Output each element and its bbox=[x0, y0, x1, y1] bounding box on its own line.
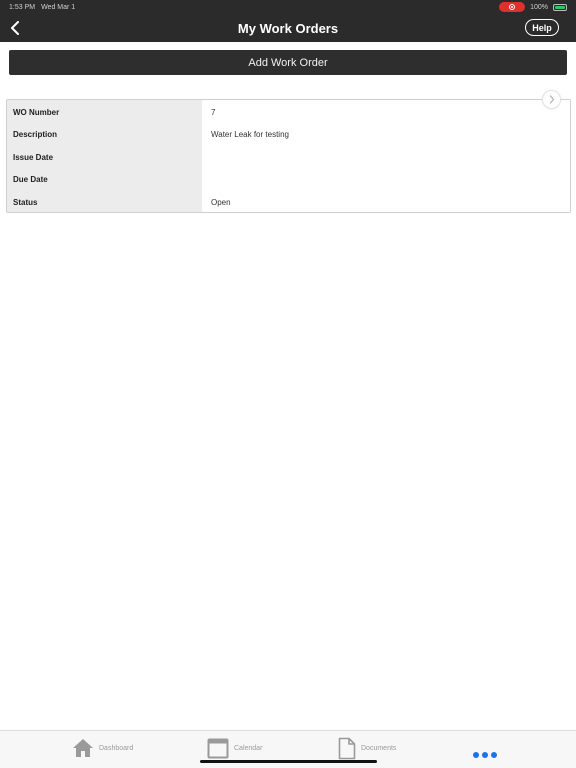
back-button[interactable] bbox=[5, 18, 25, 38]
home-indicator[interactable] bbox=[200, 760, 377, 763]
tab-documents[interactable]: Documents bbox=[338, 736, 396, 760]
work-order-values: 7 Water Leak for testing Open bbox=[202, 100, 570, 212]
description-value: Water Leak for testing bbox=[211, 130, 289, 140]
wo-number-value: 7 bbox=[211, 107, 216, 117]
house-icon bbox=[73, 739, 93, 757]
work-order-labels: WO Number Description Issue Date Due Dat… bbox=[7, 100, 202, 212]
tab-calendar[interactable]: Calendar bbox=[207, 736, 262, 760]
description-label: Description bbox=[13, 130, 58, 140]
status-date: Wed Mar 1 bbox=[41, 3, 76, 11]
tab-dashboard[interactable]: Dashboard bbox=[72, 736, 133, 760]
tab-dashboard-label: Dashboard bbox=[99, 744, 134, 752]
battery-icon bbox=[553, 3, 567, 11]
help-button[interactable]: Help bbox=[525, 19, 559, 36]
issue-date-label: Issue Date bbox=[13, 152, 54, 162]
screen-recording-icon bbox=[499, 2, 526, 12]
more-button[interactable] bbox=[473, 751, 503, 759]
document-icon bbox=[338, 737, 356, 759]
work-order-card[interactable]: WO Number Description Issue Date Due Dat… bbox=[6, 99, 571, 213]
status-indicators: 100% bbox=[499, 2, 567, 12]
tab-documents-label: Documents bbox=[361, 744, 397, 752]
more-dot-icon bbox=[473, 752, 479, 758]
status-value: Open bbox=[211, 197, 231, 207]
battery-percent: 100% bbox=[530, 3, 548, 11]
issue-date-value bbox=[202, 146, 570, 169]
tab-calendar-label: Calendar bbox=[234, 744, 263, 752]
status-bar: 1:53 PM Wed Mar 1 100% bbox=[0, 0, 576, 14]
status-time: 1:53 PM bbox=[9, 3, 36, 11]
due-date-label: Due Date bbox=[13, 175, 48, 185]
more-dot-icon bbox=[482, 752, 488, 758]
more-dot-icon bbox=[491, 752, 497, 758]
chevron-right-icon bbox=[549, 95, 554, 104]
add-work-order-button[interactable]: Add Work Order bbox=[9, 50, 567, 75]
navigation-bar: My Work Orders Help bbox=[0, 14, 576, 42]
wo-number-label: WO Number bbox=[13, 107, 60, 117]
chevron-left-icon bbox=[11, 21, 19, 35]
calendar-icon bbox=[207, 738, 229, 759]
due-date-value bbox=[202, 169, 570, 192]
page-title: My Work Orders bbox=[237, 20, 339, 36]
status-label: Status bbox=[13, 197, 38, 207]
open-work-order-button[interactable] bbox=[542, 90, 561, 109]
